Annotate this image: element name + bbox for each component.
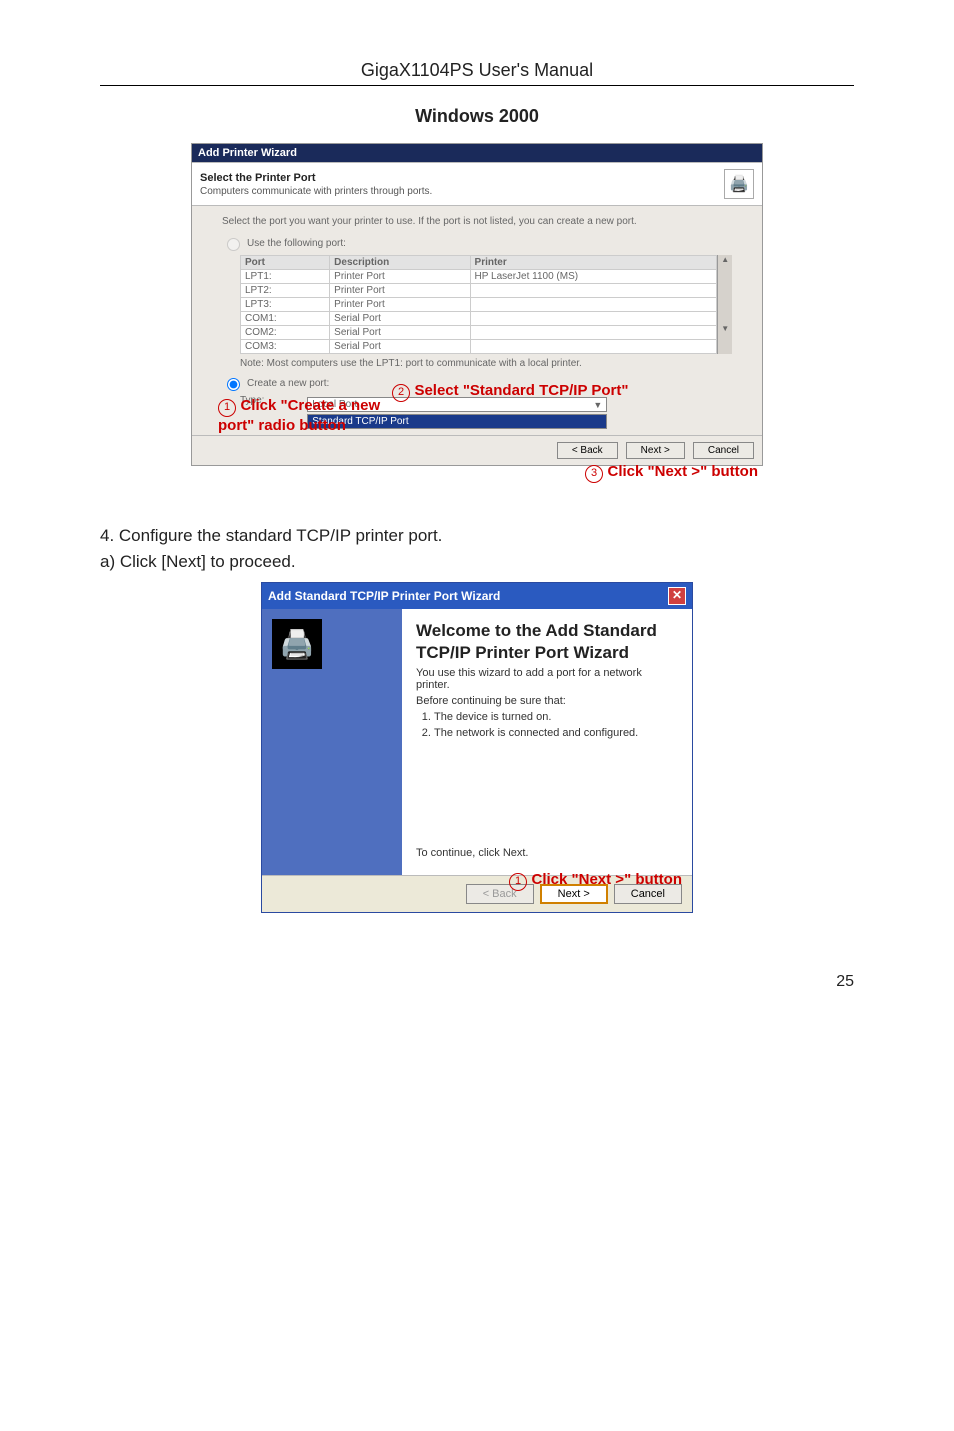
cell [470,340,717,354]
create-new-port-radio[interactable] [227,378,240,391]
window-title: Add Printer Wizard [192,144,762,162]
type-label: Type: [240,395,264,406]
cell: LPT1: [241,270,330,284]
continue-hint: To continue, click Next. [416,847,678,859]
cell: Printer Port [330,298,470,312]
cell: HP LaserJet 1100 (MS) [470,270,717,284]
anno-marker-3: 3 [585,465,603,483]
cell: COM1: [241,312,330,326]
prereq-2: The network is connected and configured. [434,727,678,739]
cell: COM3: [241,340,330,354]
cell: Serial Port [330,326,470,340]
scrollbar[interactable]: ▲ ▼ [717,255,732,354]
wizard-heading-line2: TCP/IP Printer Port Wizard [416,643,678,663]
dropdown-selected-label: Standard TCP/IP Port [312,416,408,427]
cell: Printer Port [330,284,470,298]
cell: Serial Port [330,340,470,354]
cell: COM2: [241,326,330,340]
next-button[interactable]: Next > [626,442,685,459]
prereq-1: The device is turned on. [434,711,678,723]
use-following-port-radio[interactable] [227,238,240,251]
wizard-sidebar: 🖨️ [262,609,402,875]
back-button[interactable]: < Back [466,884,534,904]
port-type-dropdown[interactable]: Local Port ▼ [307,397,607,412]
page-header: GigaX1104PS User's Manual [100,60,854,81]
close-icon[interactable]: ✕ [668,587,686,605]
section-title: Windows 2000 [100,106,854,127]
cell [470,312,717,326]
cell: LPT2: [241,284,330,298]
wizard-subtitle: Computers communicate with printers thro… [200,186,432,197]
col-port: Port [241,256,330,270]
ports-table[interactable]: Port Description Printer LPT1:Printer Po… [240,255,717,354]
dropdown-option-local: Local Port [312,399,357,410]
before-continuing-label: Before continuing be sure that: [416,695,678,707]
cell: Printer Port [330,270,470,284]
step-4-text: 4. Configure the standard TCP/IP printer… [100,526,854,546]
use-following-port-label: Use the following port: [247,238,346,249]
wizard-intro: You use this wizard to add a port for a … [416,667,678,691]
port-type-dropdown-selected[interactable]: Standard TCP/IP Port [307,414,607,429]
step-4a-text: a) Click [Next] to proceed. [100,552,854,572]
note-text: Note: Most computers use the LPT1: port … [240,358,732,369]
page-number: 25 [100,973,854,991]
col-desc: Description [330,256,470,270]
cell: Serial Port [330,312,470,326]
screenshot-tcpip-port-wizard: Add Standard TCP/IP Printer Port Wizard … [261,582,693,913]
header-rule [100,85,854,86]
cell [470,284,717,298]
printer-icon: 🖨️ [272,619,322,669]
chevron-down-icon: ▼ [593,400,602,410]
next-button[interactable]: Next > [540,884,608,904]
wizard-heading-line1: Welcome to the Add Standard [416,621,678,641]
screenshot-add-printer-wizard: Add Printer Wizard Select the Printer Po… [191,143,763,466]
cancel-button[interactable]: Cancel [614,884,682,904]
create-new-port-label: Create a new port: [247,378,329,389]
cell: LPT3: [241,298,330,312]
cancel-button[interactable]: Cancel [693,442,754,459]
wizard-title: Select the Printer Port [200,172,432,184]
back-button[interactable]: < Back [557,442,618,459]
wizard-header: Select the Printer Port Computers commun… [192,162,762,206]
anno-text-3: Click "Next >" button [608,463,759,480]
printer-icon: 🖨️ [724,169,754,199]
col-printer: Printer [470,256,717,270]
window-title: Add Standard TCP/IP Printer Port Wizard [268,589,500,603]
cell [470,298,717,312]
instruction-text: Select the port you want your printer to… [222,216,732,227]
cell [470,326,717,340]
